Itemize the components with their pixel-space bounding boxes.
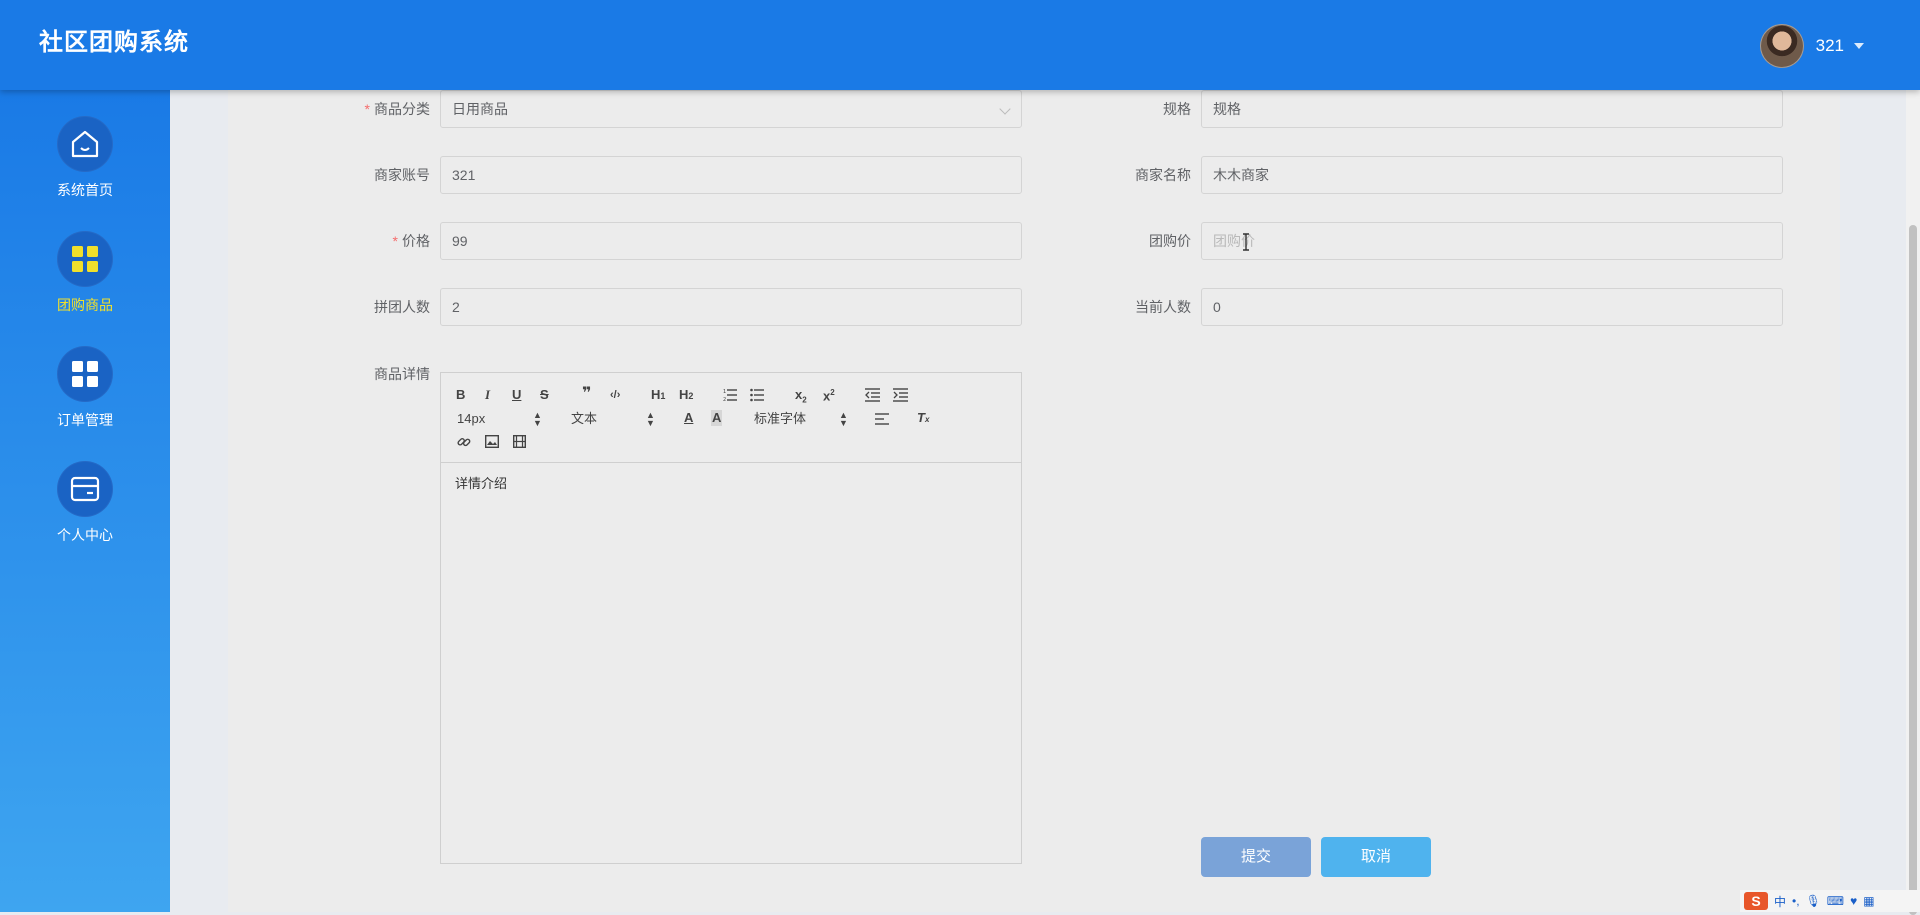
ime-logo-icon[interactable]: S bbox=[1744, 892, 1768, 910]
group-price-input[interactable]: 团购价 bbox=[1201, 222, 1783, 260]
microphone-icon[interactable]: 🎙 bbox=[1806, 894, 1821, 908]
price-input[interactable]: 99 bbox=[440, 222, 1022, 260]
block-format-arrows-icon[interactable]: ▲ ▼ bbox=[646, 411, 655, 428]
clear-format-icon[interactable]: Tx bbox=[917, 410, 929, 428]
background-color-icon[interactable]: A bbox=[711, 410, 723, 426]
current-count-label: 当前人数 bbox=[1135, 299, 1191, 315]
scrollbar-thumb[interactable] bbox=[1909, 225, 1917, 915]
wallet-icon[interactable] bbox=[57, 461, 113, 517]
italic-icon[interactable]: I bbox=[485, 387, 490, 403]
heading-2-icon[interactable]: H2 bbox=[679, 387, 693, 404]
sidebar-item-profile[interactable]: 个人中心 bbox=[0, 461, 170, 545]
bullet-list-icon[interactable] bbox=[750, 388, 764, 402]
heading-1-icon[interactable]: H1 bbox=[651, 387, 665, 404]
sidebar-item-group-products[interactable]: 团购商品 bbox=[0, 231, 170, 315]
merchant-name-input[interactable]: 木木商家 bbox=[1201, 156, 1783, 194]
svg-text:2: 2 bbox=[723, 397, 726, 402]
strikethrough-icon[interactable]: S bbox=[540, 387, 549, 403]
page-scrollbar[interactable] bbox=[1906, 90, 1920, 915]
skin-icon[interactable]: ♥ bbox=[1850, 894, 1857, 908]
category-label: * 商品分类 bbox=[364, 101, 430, 117]
merchant-name-label: 商家名称 bbox=[1135, 167, 1191, 183]
top-header: 社区团购系统 321 bbox=[0, 0, 1920, 90]
detail-label: 商品详情 bbox=[374, 366, 430, 382]
font-color-icon[interactable]: A bbox=[684, 410, 693, 426]
font-size-select[interactable]: 14px bbox=[457, 411, 485, 427]
block-format-select[interactable]: 文本 bbox=[571, 411, 597, 427]
sidebar-item-label: 系统首页 bbox=[57, 182, 113, 198]
category-select[interactable]: 日用商品 bbox=[440, 90, 1022, 128]
spec-label: 规格 bbox=[1163, 101, 1191, 117]
sidebar-item-orders[interactable]: 订单管理 bbox=[0, 346, 170, 430]
sidebar-item-home[interactable]: 系统首页 bbox=[0, 116, 170, 200]
merchant-account-input[interactable]: 321 bbox=[440, 156, 1022, 194]
user-name[interactable]: 321 bbox=[1816, 36, 1844, 56]
app-title: 社区团购系统 bbox=[39, 29, 189, 56]
code-block-icon[interactable]: ‹/› bbox=[610, 387, 620, 403]
font-family-select[interactable]: 标准字体 bbox=[754, 411, 806, 427]
spec-input[interactable]: 规格 bbox=[1201, 90, 1783, 128]
chevron-down-icon[interactable] bbox=[999, 103, 1011, 115]
current-count-input[interactable]: 0 bbox=[1201, 288, 1783, 326]
link-icon[interactable] bbox=[457, 435, 471, 449]
font-family-arrows-icon[interactable]: ▲ ▼ bbox=[839, 411, 848, 428]
submit-button[interactable]: 提交 bbox=[1201, 837, 1311, 877]
blockquote-icon[interactable]: ❞ bbox=[582, 386, 591, 402]
sidebar-item-label: 团购商品 bbox=[57, 297, 113, 313]
rich-text-editor[interactable]: B I U S ❞ ‹/› H1 H2 12 x2 x2 14px ▲ ▼ 文本 … bbox=[440, 372, 1022, 864]
font-size-arrows-icon[interactable]: ▲ ▼ bbox=[533, 411, 542, 428]
ime-toolbar[interactable]: S 中 •, 🎙 ⌨ ♥ ▦ bbox=[1740, 890, 1920, 912]
video-icon[interactable] bbox=[513, 435, 526, 448]
grid-icon[interactable] bbox=[57, 346, 113, 402]
group-size-label: 拼团人数 bbox=[374, 299, 430, 315]
sidebar-item-label: 个人中心 bbox=[57, 527, 113, 543]
align-icon[interactable] bbox=[875, 413, 889, 426]
underline-icon[interactable]: U bbox=[512, 387, 521, 403]
keyboard-icon[interactable]: ⌨ bbox=[1827, 894, 1844, 908]
editor-toolbar: B I U S ❞ ‹/› H1 H2 12 x2 x2 14px ▲ ▼ 文本 … bbox=[441, 373, 1021, 463]
punctuation-icon[interactable]: •, bbox=[1792, 894, 1800, 908]
grid-icon[interactable] bbox=[57, 231, 113, 287]
home-icon[interactable] bbox=[57, 116, 113, 172]
caret-down-icon[interactable] bbox=[1854, 43, 1864, 49]
superscript-icon[interactable]: x2 bbox=[823, 385, 835, 404]
user-menu[interactable]: 321 bbox=[1759, 24, 1864, 68]
bold-icon[interactable]: B bbox=[456, 387, 465, 403]
user-avatar[interactable] bbox=[1759, 24, 1804, 68]
ime-language[interactable]: 中 bbox=[1774, 893, 1786, 910]
ordered-list-icon[interactable]: 12 bbox=[723, 388, 737, 402]
toolbox-icon[interactable]: ▦ bbox=[1863, 894, 1874, 908]
sidebar-item-label: 订单管理 bbox=[57, 412, 113, 428]
sidebar: 系统首页 团购商品 订单管理 个人中心 bbox=[0, 90, 170, 912]
group-price-label: 团购价 bbox=[1149, 233, 1191, 249]
merchant-account-label: 商家账号 bbox=[374, 167, 430, 183]
svg-text:1: 1 bbox=[723, 389, 726, 395]
indent-icon[interactable] bbox=[893, 388, 908, 402]
price-label: * 价格 bbox=[392, 233, 430, 249]
cancel-button[interactable]: 取消 bbox=[1321, 837, 1431, 877]
group-size-input[interactable]: 2 bbox=[440, 288, 1022, 326]
subscript-icon[interactable]: x2 bbox=[795, 387, 807, 409]
text-cursor-icon bbox=[1243, 233, 1249, 251]
image-icon[interactable] bbox=[485, 435, 499, 448]
outdent-icon[interactable] bbox=[865, 388, 880, 402]
editor-content[interactable]: 详情介绍 bbox=[455, 473, 507, 492]
